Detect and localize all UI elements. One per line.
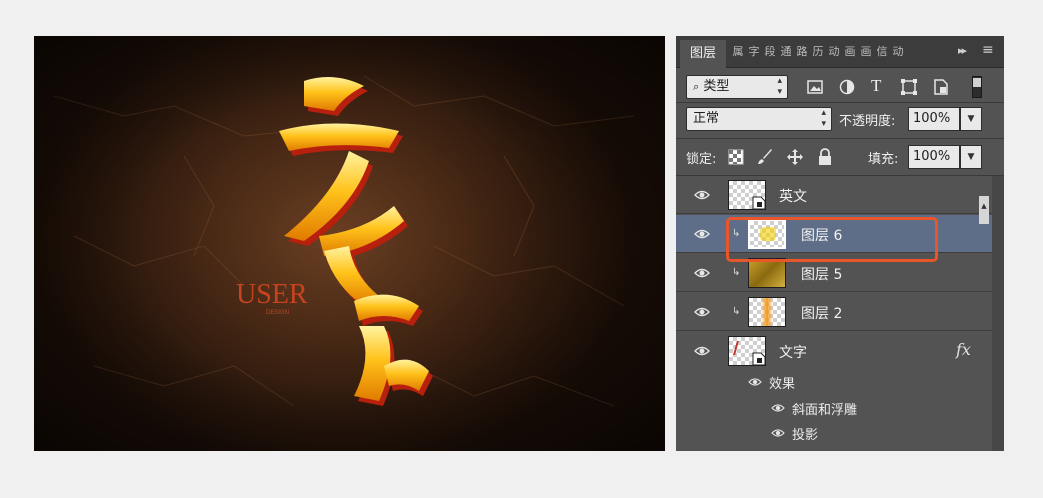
artwork-sub-caption: DESIGN — [266, 310, 289, 316]
type-filter-icon[interactable]: T — [871, 76, 881, 96]
eye-icon[interactable] — [694, 344, 710, 358]
collapsed-tab-icon[interactable]: 画 — [844, 45, 856, 59]
eye-icon[interactable] — [694, 266, 710, 280]
adjustment-filter-icon[interactable] — [838, 78, 856, 96]
blend-mode-dropdown[interactable]: 正常 ▴ ▾ — [686, 107, 832, 131]
dropdown-arrows-icon: ▴ ▾ — [821, 108, 826, 129]
layers-scrollbar[interactable] — [992, 176, 1004, 451]
expand-panels-icon[interactable]: ▸▸ — [958, 44, 967, 57]
brush-icon[interactable] — [756, 148, 774, 166]
filter-row: ⌕ 类型 ▴ ▾ T — [676, 68, 1004, 104]
collapsed-tab-icon[interactable]: 字 — [748, 45, 760, 59]
image-filter-icon[interactable] — [806, 78, 824, 96]
effect-drop-shadow[interactable]: 投影 — [792, 424, 818, 443]
lock-transparent-pixels-icon[interactable] — [728, 149, 744, 165]
layer-row-text[interactable]: 文字 fx — [676, 332, 992, 370]
layer-name: 图层 5 — [801, 267, 843, 283]
artwork-illustration: USER DESIGN — [34, 36, 665, 451]
collapsed-tab-icon[interactable]: 路 — [796, 45, 808, 59]
opacity-input[interactable]: 100% — [908, 107, 960, 131]
smart-object-icon — [752, 196, 766, 210]
clipping-mask-icon: ↳ — [732, 267, 741, 278]
eye-icon[interactable] — [694, 227, 710, 241]
layer-name: 文字 — [779, 345, 807, 361]
layers-panel: 图层 属 字 段 通 路 历 动 画 画 信 动 ▸▸ ≡ ⌕ 类型 ▴ ▾ T… — [676, 36, 1004, 451]
fill-slider-button[interactable]: ▼ — [960, 145, 982, 169]
opacity-label: 不透明度: — [839, 114, 896, 129]
collapsed-tab-icon[interactable]: 动 — [892, 45, 904, 59]
layer-row-layer5[interactable]: ↳ 图层 5 — [676, 254, 992, 292]
filter-type-dropdown[interactable]: ⌕ 类型 ▴ ▾ — [686, 75, 788, 99]
blend-mode-value: 正常 — [693, 111, 720, 126]
lock-label: 锁定: — [686, 152, 717, 167]
eye-icon[interactable] — [748, 376, 762, 388]
clipping-mask-icon: ↳ — [732, 306, 741, 317]
collapsed-tab-icons: 属 字 段 通 路 历 动 画 画 信 动 — [732, 45, 904, 59]
lock-row: 锁定: 填充: 100% ▼ — [676, 139, 1004, 175]
artwork-sub-text: USER — [236, 279, 308, 310]
fill-input[interactable]: 100% — [908, 145, 960, 169]
collapsed-tab-icon[interactable]: 动 — [828, 45, 840, 59]
dropdown-arrows-icon: ▴ ▾ — [777, 76, 782, 97]
layer-row-layer6[interactable]: ↳ 图层 6 — [676, 215, 992, 253]
filter-type-label: 类型 — [703, 79, 730, 94]
collapsed-tab-icon[interactable]: 属 — [732, 45, 744, 59]
layer-row-layer2[interactable]: ↳ 图层 2 — [676, 293, 992, 331]
clipping-mask-icon: ↳ — [732, 228, 741, 239]
eye-icon[interactable] — [771, 402, 785, 414]
eye-icon[interactable] — [694, 188, 710, 202]
fill-label: 填充: — [868, 152, 899, 167]
collapsed-tab-icon[interactable]: 段 — [764, 45, 776, 59]
move-icon[interactable] — [786, 148, 804, 166]
filter-toggle-switch[interactable] — [972, 76, 982, 98]
collapsed-tab-icon[interactable]: 画 — [860, 45, 872, 59]
eye-icon[interactable] — [694, 305, 710, 319]
layer-thumbnail — [748, 258, 786, 288]
artwork-canvas: USER DESIGN — [34, 36, 665, 451]
layer-thumbnail — [748, 297, 786, 327]
tab-layers[interactable]: 图层 — [680, 40, 726, 68]
search-icon: ⌕ — [693, 80, 700, 93]
scroll-up-arrow-icon[interactable]: ▲ — [979, 196, 989, 224]
panel-menu-icon[interactable]: ≡ — [982, 42, 994, 58]
collapsed-tab-icon[interactable]: 历 — [812, 45, 824, 59]
opacity-slider-button[interactable]: ▼ — [960, 107, 982, 131]
layer-name: 图层 6 — [801, 228, 843, 244]
collapsed-tab-icon[interactable]: 信 — [876, 45, 888, 59]
blend-row: 正常 ▴ ▾ 不透明度: 100% ▼ — [676, 103, 1004, 139]
layer-name: 英文 — [779, 189, 807, 205]
layer-row-english[interactable]: 英文 — [676, 176, 992, 214]
layer-name: 图层 2 — [801, 306, 843, 322]
effect-bevel-emboss[interactable]: 斜面和浮雕 — [792, 399, 857, 418]
layer-effects-icon[interactable]: fx — [956, 340, 971, 359]
lock-icon[interactable] — [816, 148, 834, 166]
effects-label: 效果 — [769, 377, 796, 392]
layer-thumbnail — [748, 219, 786, 249]
panel-tab-bar: 图层 属 字 段 通 路 历 动 画 画 信 动 ▸▸ ≡ — [676, 36, 1004, 68]
eye-icon[interactable] — [771, 427, 785, 439]
smart-object-icon — [752, 352, 766, 366]
collapsed-tab-icon[interactable]: 通 — [780, 45, 792, 59]
shape-filter-icon[interactable] — [900, 78, 918, 96]
smart-object-filter-icon[interactable] — [932, 78, 950, 96]
